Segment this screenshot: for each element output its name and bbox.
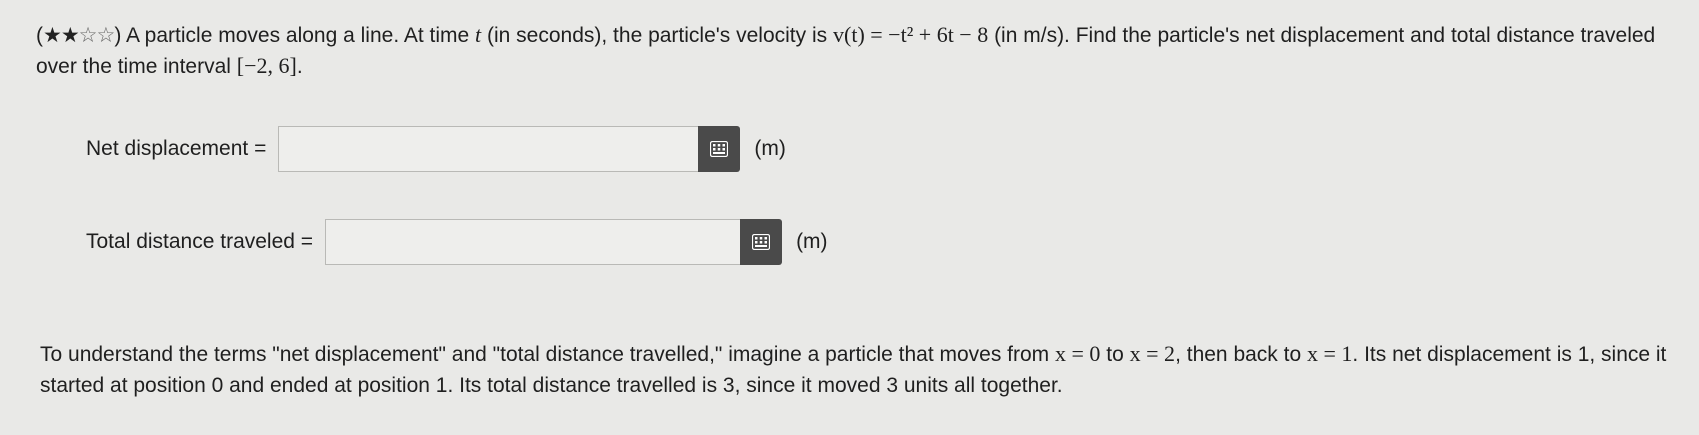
hint-math-start: x = 0 [1055,341,1101,366]
hint-part-2: to [1106,343,1124,366]
total-distance-input[interactable] [325,219,741,265]
hint-math-middle: x = 2 [1129,341,1176,366]
question-intro: A particle moves along a line. At time [126,24,470,47]
star-filled-icon: ★★ [43,24,80,47]
total-distance-unit: (m) [796,230,828,253]
hint-part-1: To understand the terms "net displacemen… [40,343,1050,366]
net-displacement-label: Net displacement = [86,137,267,160]
question-text: (★★☆☆) A particle moves along a line. At… [36,20,1676,82]
hint-math-end: x = 1 [1307,341,1353,366]
hint-text: To understand the terms "net displacemen… [40,338,1680,401]
total-distance-row: Total distance traveled = (m) [86,219,828,265]
net-displacement-unit: (m) [754,137,786,160]
keypad-icon [710,141,729,157]
net-keypad-button[interactable] [698,126,741,172]
question-end: . [296,55,303,78]
total-keypad-button[interactable] [740,219,783,265]
net-displacement-row: Net displacement = (m) [86,126,786,172]
time-interval: [−2, 6] [236,53,297,78]
difficulty-rating: (★★☆☆) [36,24,122,47]
velocity-formula: v(t) = −t² + 6t − 8 [833,22,989,47]
star-empty-icon: ☆☆ [78,24,116,47]
question-time-units: (in seconds), the particle's velocity is [487,24,828,47]
keypad-icon [752,234,771,250]
hint-part-3: , then back to [1175,343,1302,366]
total-distance-label: Total distance traveled = [86,230,314,253]
net-displacement-input[interactable] [278,126,699,172]
time-variable: t [475,22,482,47]
